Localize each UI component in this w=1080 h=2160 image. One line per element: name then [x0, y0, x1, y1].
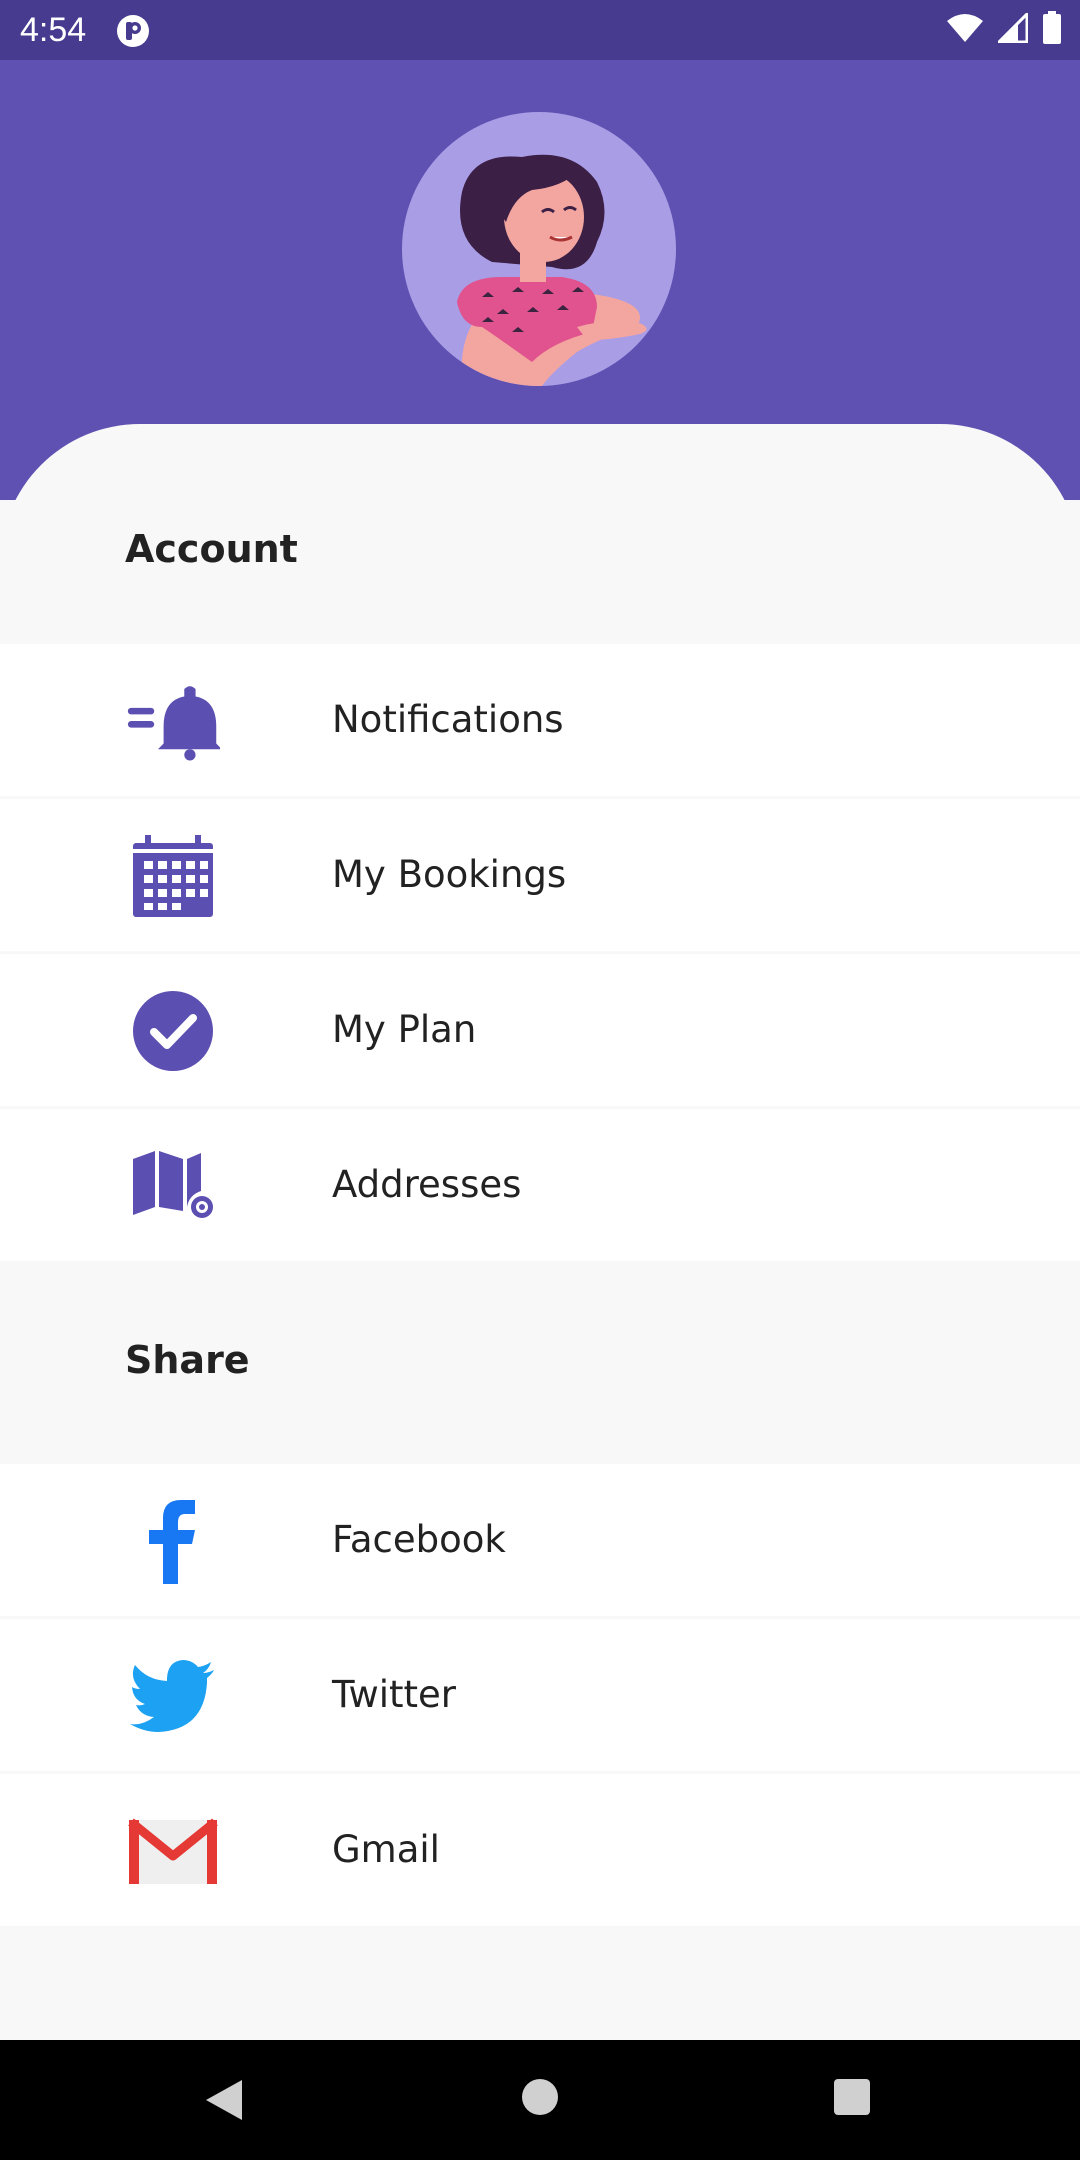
bell-icon [126, 678, 220, 764]
share-item-facebook[interactable]: Facebook [0, 1464, 1080, 1616]
menu-item-my-plan[interactable]: My Plan [0, 954, 1080, 1106]
menu-item-addresses[interactable]: Addresses [0, 1109, 1080, 1261]
calendar-icon [126, 833, 220, 919]
status-bar: 4:54 [0, 0, 1080, 60]
menu-item-label: Addresses [332, 1163, 522, 1206]
profile-avatar[interactable] [402, 112, 676, 386]
section-title-share: Share [125, 1338, 250, 1382]
menu-item-label: Gmail [332, 1828, 440, 1871]
facebook-icon [126, 1498, 220, 1584]
twitter-icon [126, 1653, 220, 1739]
share-item-twitter[interactable]: Twitter [0, 1619, 1080, 1771]
menu-item-label: My Bookings [332, 853, 567, 896]
menu-item-label: My Plan [332, 1008, 477, 1051]
check-circle-icon [126, 988, 220, 1074]
battery-icon [1042, 11, 1062, 49]
wifi-icon [946, 13, 984, 47]
back-button[interactable] [204, 2078, 244, 2126]
section-title-account: Account [125, 527, 298, 571]
system-navigation-bar [0, 2040, 1080, 2160]
status-icons [946, 10, 1062, 50]
menu-item-notifications[interactable]: Notifications [0, 644, 1080, 796]
menu-item-label: Twitter [332, 1673, 457, 1716]
share-item-gmail[interactable]: Gmail [0, 1774, 1080, 1926]
signal-icon [995, 10, 1029, 47]
home-button[interactable] [521, 2078, 559, 2120]
app-notification-icon [116, 14, 150, 48]
recents-button[interactable] [833, 2078, 871, 2120]
gmail-icon [126, 1808, 220, 1894]
status-time: 4:54 [20, 11, 87, 49]
menu-item-label: Facebook [332, 1518, 506, 1561]
map-icon [126, 1143, 220, 1229]
menu-item-label: Notifications [332, 698, 564, 741]
menu-item-my-bookings[interactable]: My Bookings [0, 799, 1080, 951]
